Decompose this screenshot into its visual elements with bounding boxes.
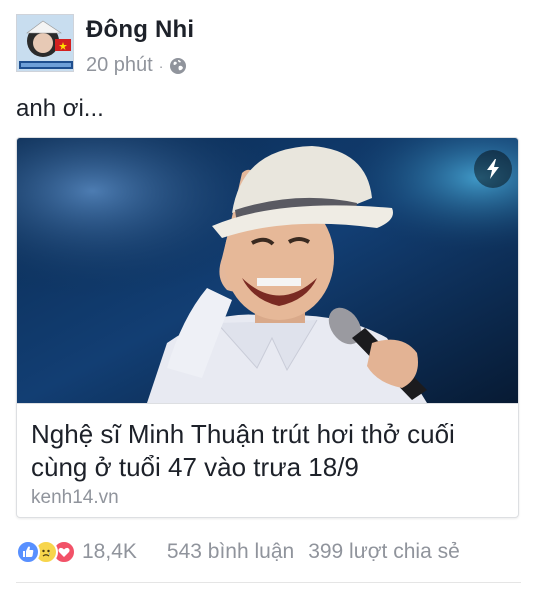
like-icon [16, 540, 40, 564]
engagement-bar: 18,4K 543 bình luận 399 lượt chia sẻ [16, 536, 521, 568]
reaction-count[interactable]: 18,4K [82, 540, 137, 564]
author-name[interactable]: Đông Nhi [86, 16, 194, 44]
link-preview-body[interactable]: Nghệ sĩ Minh Thuận trút hơi thở cuối cùn… [17, 403, 518, 517]
avatar-image [17, 15, 73, 71]
link-title[interactable]: Nghệ sĩ Minh Thuận trút hơi thở cuối cùn… [31, 418, 506, 484]
meta-separator: · [158, 57, 164, 74]
link-preview-image[interactable] [17, 138, 518, 403]
post-header: Đông Nhi 20 phút · [16, 14, 521, 78]
post-timestamp[interactable]: 20 phút [86, 54, 153, 77]
shares-count[interactable]: 399 lượt chia sẻ [308, 540, 460, 564]
divider [16, 582, 521, 583]
comments-count[interactable]: 543 bình luận [167, 540, 294, 564]
reactions-summary[interactable] [16, 540, 76, 564]
post-text: anh ơi... [16, 95, 104, 122]
lightning-icon [474, 150, 512, 188]
globe-icon[interactable] [169, 57, 187, 75]
post-meta: 20 phút · [86, 54, 187, 77]
avatar[interactable] [16, 14, 74, 72]
link-domain: kenh14.vn [31, 487, 119, 508]
link-preview-card[interactable]: Nghệ sĩ Minh Thuận trút hơi thở cuối cùn… [16, 137, 519, 518]
